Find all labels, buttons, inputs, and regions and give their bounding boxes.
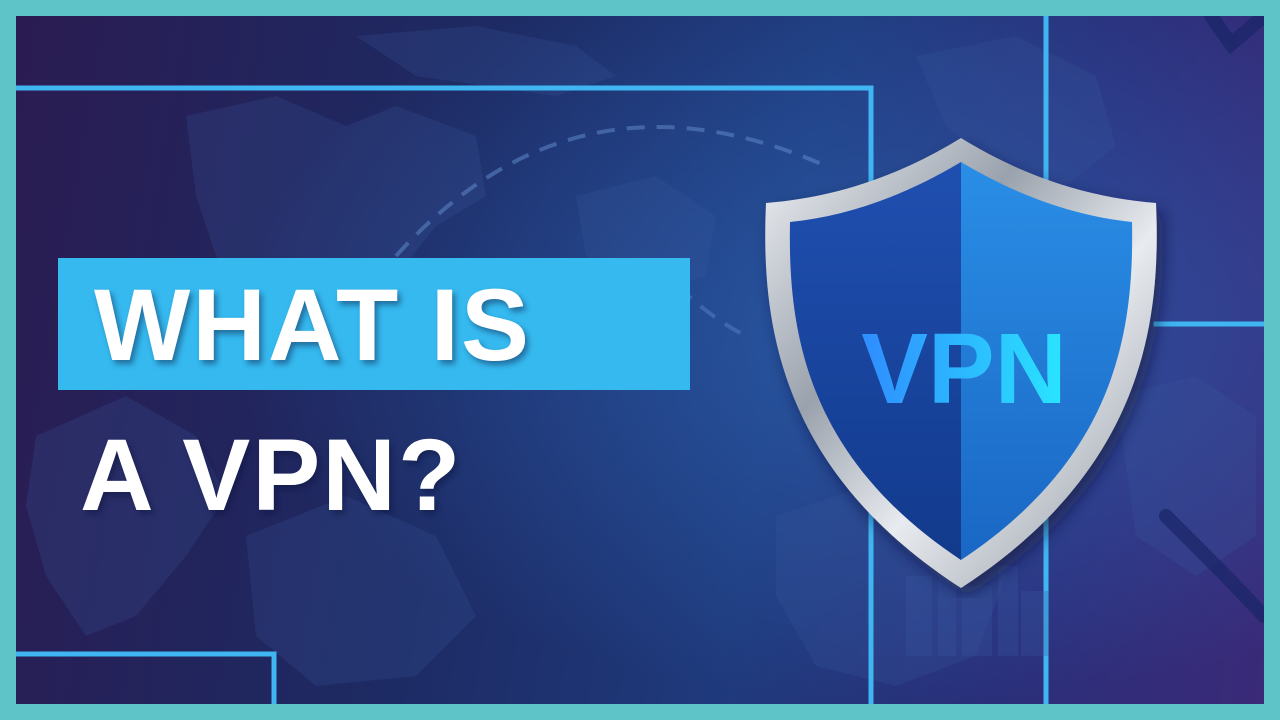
shield-label: VPN [861,313,1067,425]
headline-line-1: WHAT IS [94,268,532,382]
vpn-shield-icon: VPN [746,128,1176,598]
headline-line-2: A VPN? [80,418,463,532]
thumbnail-frame: WHAT IS A VPN? VPN [0,0,1280,720]
